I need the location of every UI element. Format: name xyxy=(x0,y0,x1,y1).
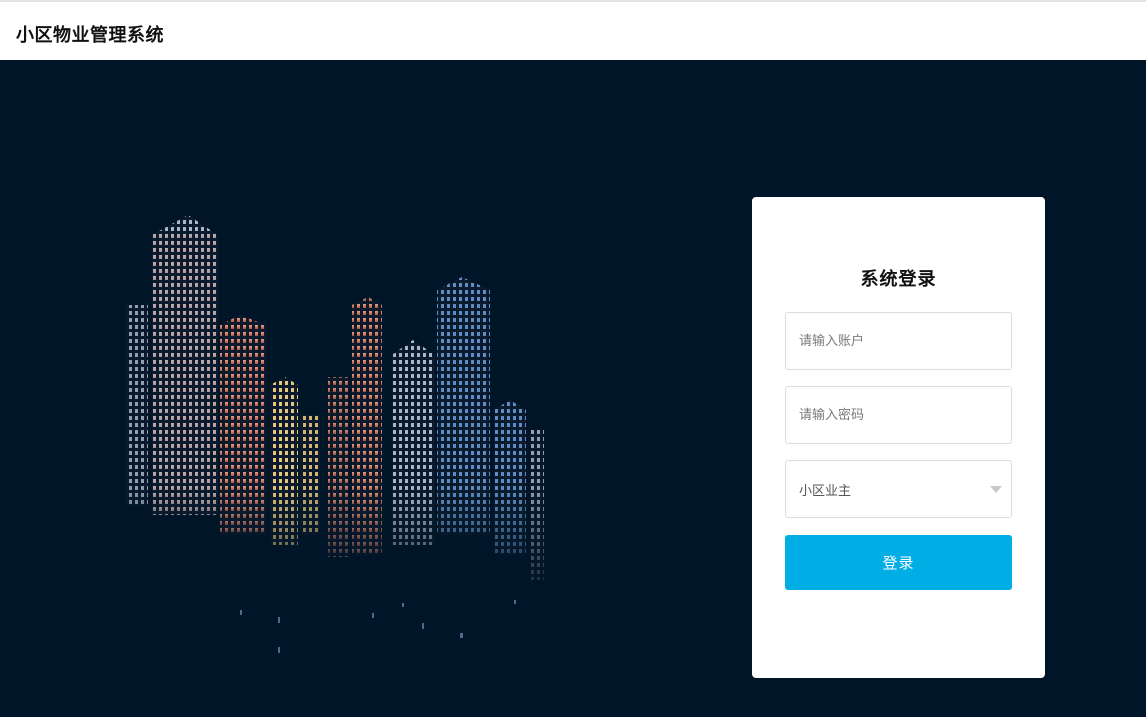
login-title: 系统登录 xyxy=(860,269,937,290)
login-button[interactable]: 登录 xyxy=(785,535,1012,590)
account-input[interactable] xyxy=(785,312,1012,370)
password-input[interactable] xyxy=(785,386,1012,444)
role-select-value: 小区业主 xyxy=(799,483,852,499)
login-page-background: 系统登录 小区业主 登录 xyxy=(0,60,1146,717)
app-title: 小区物业管理系统 xyxy=(16,25,164,46)
city-skyline-night-icon xyxy=(110,215,570,653)
role-select[interactable]: 小区业主 xyxy=(785,460,1012,518)
login-card: 系统登录 小区业主 登录 xyxy=(752,197,1045,678)
dropdown-arrow-icon xyxy=(990,486,1002,493)
top-bar: 小区物业管理系统 xyxy=(0,0,1146,60)
